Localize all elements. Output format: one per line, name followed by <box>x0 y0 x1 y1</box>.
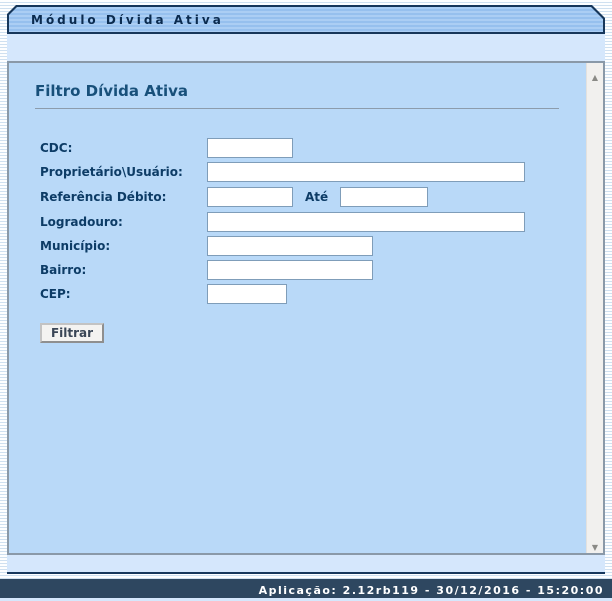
cep-label: CEP: <box>40 284 71 304</box>
referencia-debito-label: Referência Débito: <box>40 187 166 207</box>
field-row-bairro: Bairro: <box>9 260 586 280</box>
ate-label: Até <box>305 187 328 207</box>
application-version-text: Aplicação: 2.12rb119 - 30/12/2016 - 15:2… <box>259 584 604 597</box>
referencia-debito-to-input[interactable] <box>340 187 428 207</box>
proprietario-usuario-input[interactable] <box>207 162 525 182</box>
municipio-input[interactable] <box>207 236 373 256</box>
scrollbar-up-button[interactable]: ▲ <box>587 65 603 81</box>
bairro-label: Bairro: <box>40 260 86 280</box>
page-body: Filtro Dívida Ativa CDC: Proprietário\Us… <box>7 34 605 574</box>
panel-title-divider <box>35 108 559 109</box>
field-row-proprietario-usuario: Proprietário\Usuário: <box>9 162 586 182</box>
field-row-logradouro: Logradouro: <box>9 212 586 232</box>
panel-title: Filtro Dívida Ativa <box>35 82 188 100</box>
filter-panel: Filtro Dívida Ativa CDC: Proprietário\Us… <box>7 61 605 555</box>
cep-input[interactable] <box>207 284 287 304</box>
filter-panel-content: Filtro Dívida Ativa CDC: Proprietário\Us… <box>9 63 586 553</box>
bairro-input[interactable] <box>207 260 373 280</box>
field-row-cdc: CDC: <box>9 138 586 158</box>
logradouro-input[interactable] <box>207 212 525 232</box>
referencia-debito-from-input[interactable] <box>207 187 293 207</box>
module-title: Módulo Dívida Ativa <box>31 7 224 33</box>
module-header-stripes: Módulo Dívida Ativa <box>9 7 603 32</box>
cdc-label: CDC: <box>40 138 72 158</box>
vertical-scrollbar[interactable]: ▲ ▼ <box>586 63 603 553</box>
cdc-input[interactable] <box>207 138 293 158</box>
filtrar-button[interactable]: Filtrar <box>40 323 104 343</box>
logradouro-label: Logradouro: <box>40 212 123 232</box>
field-row-municipio: Município: <box>9 236 586 256</box>
field-row-referencia-debito: Referência Débito: Até <box>9 187 586 207</box>
scrollbar-down-button[interactable]: ▼ <box>587 535 603 551</box>
municipio-label: Município: <box>40 236 110 256</box>
proprietario-usuario-label: Proprietário\Usuário: <box>40 162 183 182</box>
field-row-cep: CEP: <box>9 284 586 304</box>
status-bar: Aplicação: 2.12rb119 - 30/12/2016 - 15:2… <box>0 579 612 598</box>
down-arrow-icon: ▼ <box>592 543 598 552</box>
up-arrow-icon: ▲ <box>592 73 598 82</box>
module-header-bar: Módulo Dívida Ativa <box>7 5 605 34</box>
